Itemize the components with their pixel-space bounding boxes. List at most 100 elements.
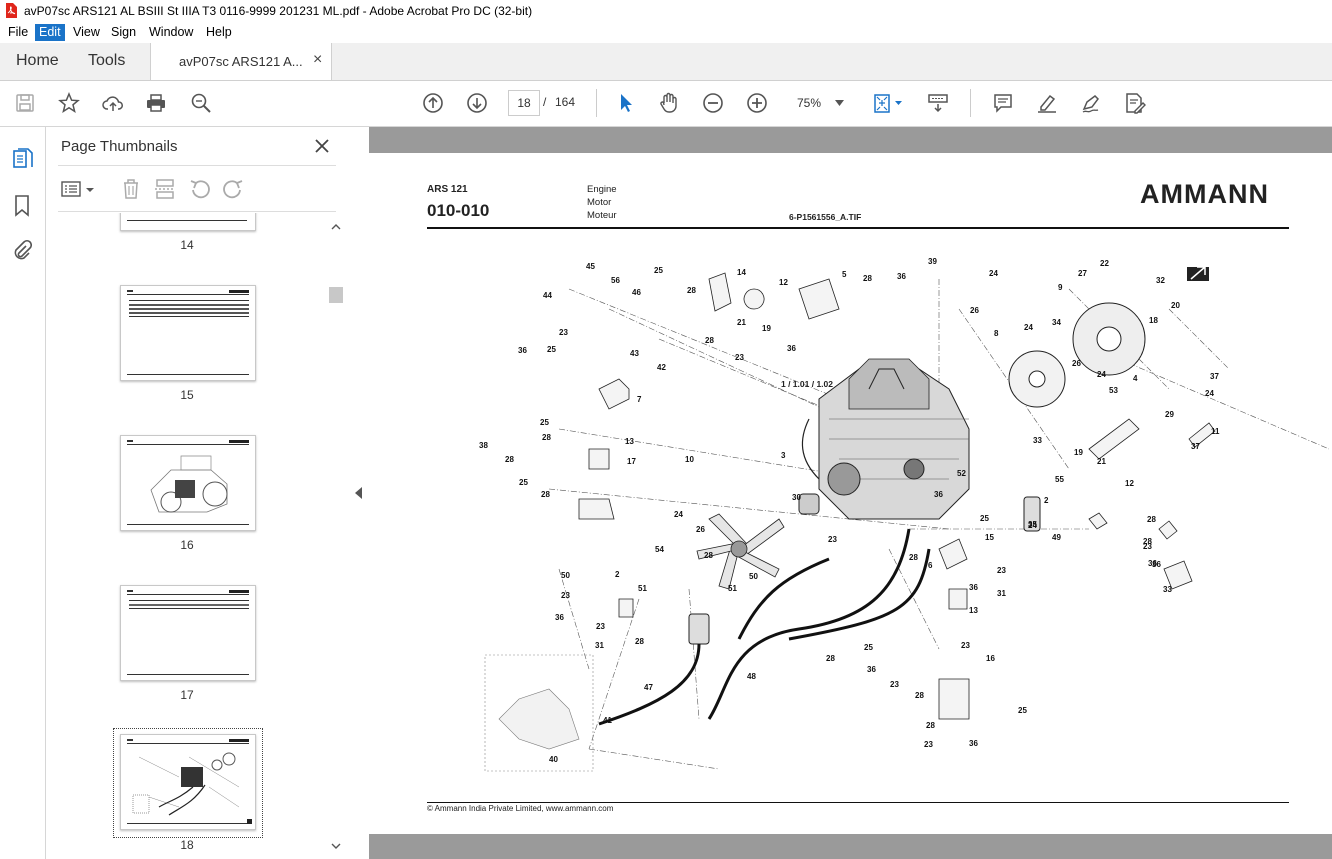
callout-label: 25 xyxy=(1018,706,1027,715)
next-page-icon[interactable] xyxy=(464,90,490,116)
exploded-view-sketch xyxy=(132,752,240,816)
close-panel-icon[interactable] xyxy=(315,139,329,153)
callout-label: 28 xyxy=(542,433,551,442)
callout-label: 31 xyxy=(997,589,1006,598)
callout-label: 11 xyxy=(1211,427,1220,436)
thumbnail-page[interactable] xyxy=(120,435,256,531)
callout-label: 29 xyxy=(1165,410,1174,419)
close-tab-icon[interactable]: × xyxy=(313,51,322,69)
ammann-logo: AMMANN xyxy=(1140,179,1269,209)
page-thumbnails-icon[interactable] xyxy=(12,147,34,171)
prev-page-icon[interactable] xyxy=(420,90,446,116)
callout-label: 23 xyxy=(924,740,933,749)
collapse-arrow-icon[interactable] xyxy=(355,487,362,499)
sign-pen-icon[interactable] xyxy=(1078,90,1104,116)
callout-label: 50 xyxy=(561,571,570,580)
callout-label: 49 xyxy=(1052,533,1061,542)
callout-label: 9 xyxy=(1058,283,1063,292)
callout-label: 17 xyxy=(627,457,636,466)
callout-label: 28 xyxy=(863,274,872,283)
comment-icon[interactable] xyxy=(990,90,1016,116)
callout-label: 36 xyxy=(787,344,796,353)
callout-label: 28 xyxy=(926,721,935,730)
zoom-in-icon[interactable] xyxy=(744,90,770,116)
document-viewport[interactable]: ARS 121 010-010 Engine Motor Moteur 6-P1… xyxy=(369,127,1332,859)
zoom-out-icon[interactable] xyxy=(700,90,726,116)
callout-label: 36 xyxy=(897,272,906,281)
menu-sign[interactable]: Sign xyxy=(107,24,140,41)
page-total: 164 xyxy=(555,95,576,109)
callout-label: 48 xyxy=(747,672,756,681)
scrollbar-thumb[interactable] xyxy=(329,287,343,303)
description-de: Motor xyxy=(587,197,612,208)
engine-exploded-view xyxy=(484,266,1329,772)
callout-label: 24 xyxy=(674,510,683,519)
tab-tools[interactable]: Tools xyxy=(88,52,125,70)
zoom-select[interactable]: 75% xyxy=(790,90,850,116)
callout-label: 25 xyxy=(519,478,528,487)
callout-label: 33 xyxy=(1033,436,1042,445)
scroll-down-icon[interactable] xyxy=(331,843,341,850)
toolbar-divider xyxy=(596,89,597,117)
callout-label: 28 xyxy=(687,286,696,295)
select-cursor-icon[interactable] xyxy=(613,90,639,116)
page-number-input[interactable]: 18 xyxy=(508,90,540,116)
scroll-up-icon[interactable] xyxy=(331,223,341,230)
thumbnail-page-selected[interactable] xyxy=(120,734,256,830)
tab-document[interactable]: avP07sc ARS121 A... × xyxy=(150,43,332,80)
callout-label: 13 xyxy=(625,437,634,446)
star-icon[interactable] xyxy=(56,90,82,116)
copyright-footer: © Ammann India Private Limited, www.amma… xyxy=(427,804,614,813)
callout-label: 23 xyxy=(890,680,899,689)
callout-label: 46 xyxy=(632,288,641,297)
callout-label: 36 xyxy=(969,583,978,592)
page-separator: / xyxy=(543,95,547,109)
callout-label: 41 xyxy=(603,716,612,725)
callout-label: 22 xyxy=(1100,259,1109,268)
callout-label: 28 xyxy=(541,490,550,499)
menu-edit[interactable]: Edit xyxy=(35,24,65,41)
callout-label: 38 xyxy=(479,441,488,450)
menu-view[interactable]: View xyxy=(69,24,104,41)
thumbnail-list: 14 15 16 17 18 xyxy=(46,213,329,859)
print-icon[interactable] xyxy=(143,90,169,116)
callout-label: 2 xyxy=(615,570,620,579)
highlight-pen-icon[interactable] xyxy=(1034,90,1060,116)
upload-cloud-icon[interactable] xyxy=(100,90,126,116)
thumbnail-options-icon[interactable] xyxy=(61,180,97,198)
callout-label: 28 xyxy=(826,654,835,663)
attachment-icon[interactable] xyxy=(12,239,32,261)
menu-window[interactable]: Window xyxy=(145,24,197,41)
panel-collapse-bar[interactable] xyxy=(349,127,369,859)
chevron-down-icon xyxy=(835,100,844,106)
callout-label: 53 xyxy=(1109,386,1118,395)
bookmark-icon[interactable] xyxy=(14,195,30,217)
callout-label: 28 xyxy=(1147,515,1156,524)
menu-help[interactable]: Help xyxy=(202,24,236,41)
hand-tool-icon[interactable] xyxy=(656,90,682,116)
thumbnail-page[interactable] xyxy=(120,285,256,381)
thumbnail-scrollbar[interactable] xyxy=(329,217,343,857)
callout-label: 4 xyxy=(1133,374,1138,383)
callout-label: 25 xyxy=(980,514,989,523)
tab-home[interactable]: Home xyxy=(16,52,59,70)
callout-label: 36 xyxy=(555,613,564,622)
zoom-search-icon[interactable] xyxy=(188,90,214,116)
callout-label: 23 xyxy=(735,353,744,362)
menu-file[interactable]: File xyxy=(4,24,32,41)
thumbnail-page[interactable] xyxy=(120,213,256,231)
callout-label: 16 xyxy=(986,654,995,663)
callout-label: 21 xyxy=(1097,457,1106,466)
save-icon[interactable] xyxy=(12,90,38,116)
panel-title: Page Thumbnails xyxy=(61,138,178,155)
model-label: ARS 121 xyxy=(427,184,468,195)
thumbnail-page[interactable] xyxy=(120,585,256,681)
scroll-mode-icon[interactable] xyxy=(925,90,951,116)
callout-label: 21 xyxy=(737,318,746,327)
edit-document-icon[interactable] xyxy=(1122,90,1148,116)
fit-page-icon[interactable] xyxy=(870,90,906,116)
callout-label: 25 xyxy=(547,345,556,354)
callout-label: 28 xyxy=(705,336,714,345)
callout-label: 12 xyxy=(779,278,788,287)
callout-label: 28 xyxy=(635,637,644,646)
